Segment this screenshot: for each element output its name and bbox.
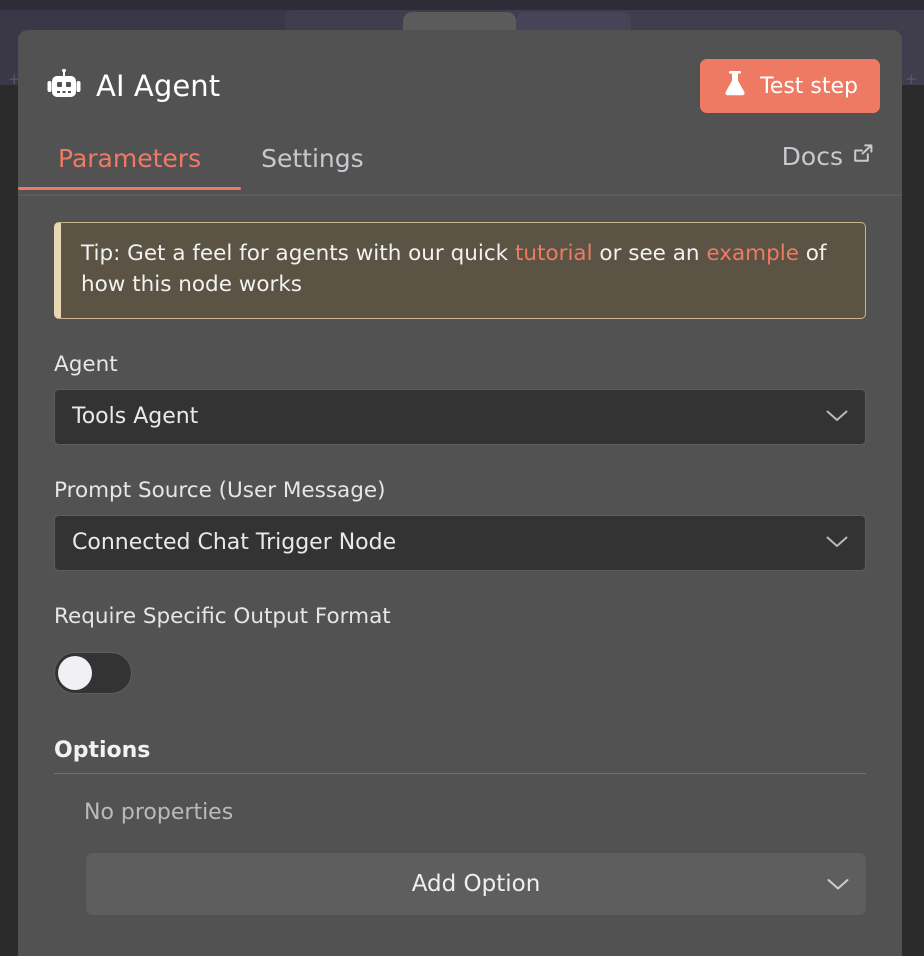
parameter-require-output-format-label: Require Specific Output Format <box>54 604 866 630</box>
add-option-button[interactable]: Add Option <box>86 853 866 915</box>
options-section-header: Options <box>54 738 866 773</box>
node-title: AI Agent <box>96 69 220 103</box>
tab-parameters[interactable]: Parameters <box>38 142 221 190</box>
options-empty-text: No properties <box>84 800 866 825</box>
agent-select-value: Tools Agent <box>72 404 198 429</box>
toggle-wrapper <box>54 640 866 694</box>
add-option-button-label: Add Option <box>412 871 541 897</box>
tab-settings[interactable]: Settings <box>241 142 384 190</box>
docs-link-label: Docs <box>782 142 843 171</box>
agent-select[interactable]: Tools Agent <box>54 389 866 445</box>
prompt-source-select[interactable]: Connected Chat Trigger Node <box>54 515 866 571</box>
tip-tutorial-link[interactable]: tutorial <box>515 241 593 266</box>
flask-icon <box>722 69 748 103</box>
browser-top-strip <box>0 0 924 10</box>
tab-settings-label: Settings <box>261 144 364 173</box>
screenshot-root: Editor Executions + + <box>0 0 924 956</box>
chevron-down-icon <box>825 533 849 552</box>
require-output-format-toggle[interactable] <box>54 652 132 694</box>
tab-parameters-label: Parameters <box>58 144 201 173</box>
tip-text-before: Tip: Get a feel for agents with our quic… <box>81 241 515 266</box>
parameter-agent-label: Agent <box>54 352 866 378</box>
options-section-divider <box>54 773 866 774</box>
test-step-button[interactable]: Test step <box>700 59 880 113</box>
ndv-header: AI Agent Test step <box>18 30 902 142</box>
docs-link[interactable]: Docs <box>782 142 880 171</box>
parameter-prompt-source: Prompt Source (User Message) Connected C… <box>54 445 866 571</box>
external-link-icon <box>852 142 874 171</box>
options-section-title: Options <box>54 738 866 764</box>
canvas-grid-dot: + <box>905 72 918 87</box>
tip-example-link[interactable]: example <box>706 241 799 266</box>
robot-icon <box>46 68 82 104</box>
chevron-down-icon <box>826 871 850 897</box>
parameter-prompt-source-label: Prompt Source (User Message) <box>54 478 866 504</box>
tip-callout: Tip: Get a feel for agents with our quic… <box>54 222 866 319</box>
ndv-tab-bar: Parameters Settings Docs <box>18 142 902 196</box>
parameter-require-output-format: Require Specific Output Format <box>54 571 866 695</box>
node-detail-view-panel: AI Agent Test step Parameters Settings <box>18 30 902 956</box>
tip-text-middle: or see an <box>593 241 707 266</box>
chevron-down-icon <box>825 407 849 426</box>
test-step-button-label: Test step <box>760 74 858 99</box>
prompt-source-select-value: Connected Chat Trigger Node <box>72 530 396 555</box>
toggle-knob <box>58 656 92 690</box>
ndv-parameters-body: Tip: Get a feel for agents with our quic… <box>18 196 902 915</box>
parameter-agent: Agent Tools Agent <box>54 319 866 445</box>
